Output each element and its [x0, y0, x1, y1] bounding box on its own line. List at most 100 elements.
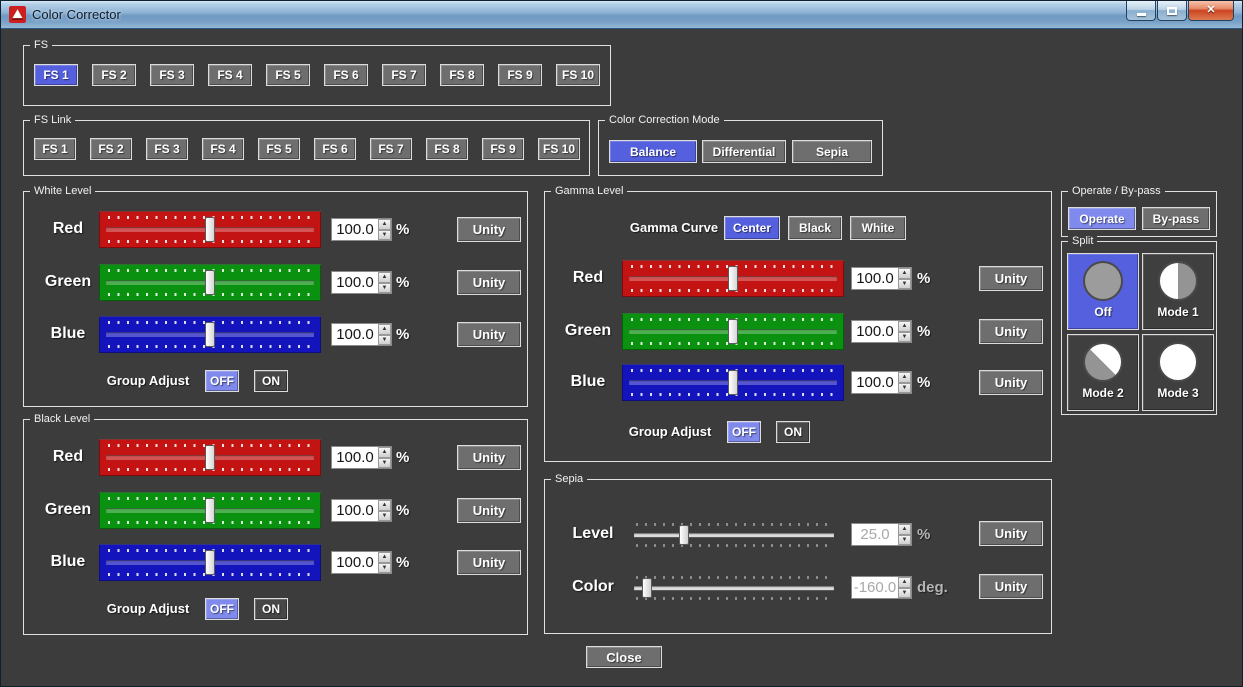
unity-button[interactable]: Unity — [457, 322, 521, 347]
split-mode3-button[interactable]: Mode 3 — [1142, 334, 1214, 411]
spin-up-button[interactable]: ▲ — [898, 268, 911, 279]
white-blue-value[interactable]: 100.0 — [332, 324, 378, 345]
fs-link-button-4[interactable]: FS 4 — [202, 138, 244, 160]
fs-button-2[interactable]: FS 2 — [92, 64, 136, 86]
fs-link-button-5[interactable]: FS 5 — [258, 138, 300, 160]
spin-up-button[interactable]: ▲ — [378, 324, 391, 335]
minimize-button[interactable] — [1126, 1, 1156, 21]
fs-button-4[interactable]: FS 4 — [208, 64, 252, 86]
white-green-slider[interactable] — [99, 264, 321, 301]
group-adjust-on-button[interactable]: ON — [776, 421, 810, 443]
spin-up-button[interactable]: ▲ — [378, 447, 391, 458]
white-red-value[interactable]: 100.0 — [332, 219, 378, 240]
spin-down-button[interactable]: ▼ — [898, 332, 911, 343]
sepia-level-value[interactable]: 25.0 — [852, 524, 898, 545]
spin-up-button[interactable]: ▲ — [378, 500, 391, 511]
spin-down-button[interactable]: ▼ — [898, 279, 911, 290]
white-green-value[interactable]: 100.0 — [332, 272, 378, 293]
spin-up-button[interactable]: ▲ — [378, 272, 391, 283]
fs-link-button-10[interactable]: FS 10 — [538, 138, 580, 160]
black-green-value[interactable]: 100.0 — [332, 500, 378, 521]
black-red-value[interactable]: 100.0 — [332, 447, 378, 468]
fs-button-1[interactable]: FS 1 — [34, 64, 78, 86]
gamma-curve-black-button[interactable]: Black — [788, 216, 842, 240]
unity-button[interactable]: Unity — [457, 550, 521, 575]
gamma-green-slider[interactable] — [622, 313, 844, 350]
unity-button[interactable]: Unity — [457, 498, 521, 523]
gamma-red-slider[interactable] — [622, 260, 844, 297]
fs-link-button-9[interactable]: FS 9 — [482, 138, 524, 160]
fs-button-8[interactable]: FS 8 — [440, 64, 484, 86]
white-red-slider-thumb[interactable] — [205, 217, 215, 242]
split-off-button[interactable]: Off — [1067, 253, 1139, 330]
mode-sepia-button[interactable]: Sepia — [792, 140, 872, 163]
gamma-blue-slider[interactable] — [622, 364, 844, 401]
bypass-button[interactable]: By-pass — [1142, 207, 1210, 230]
spin-up-button[interactable]: ▲ — [898, 321, 911, 332]
spin-down-button[interactable]: ▼ — [378, 511, 391, 522]
black-blue-slider[interactable] — [99, 544, 321, 581]
fs-link-button-2[interactable]: FS 2 — [90, 138, 132, 160]
black-green-slider-thumb[interactable] — [205, 498, 215, 523]
unity-button[interactable]: Unity — [979, 319, 1043, 344]
white-green-slider-thumb[interactable] — [205, 270, 215, 295]
fs-link-button-7[interactable]: FS 7 — [370, 138, 412, 160]
sepia-level-slider[interactable] — [630, 520, 838, 550]
unity-button[interactable]: Unity — [979, 370, 1043, 395]
operate-button[interactable]: Operate — [1068, 207, 1136, 230]
unity-button[interactable]: Unity — [979, 521, 1043, 546]
unity-button[interactable]: Unity — [457, 270, 521, 295]
gamma-blue-slider-thumb[interactable] — [728, 370, 738, 395]
spin-down-button[interactable]: ▼ — [898, 383, 911, 394]
unity-button[interactable]: Unity — [457, 445, 521, 470]
unity-button[interactable]: Unity — [457, 217, 521, 242]
black-green-slider[interactable] — [99, 492, 321, 529]
spin-down-button[interactable]: ▼ — [378, 563, 391, 574]
gamma-curve-white-button[interactable]: White — [850, 216, 906, 240]
unity-button[interactable]: Unity — [979, 574, 1043, 599]
close-button[interactable]: Close — [586, 646, 662, 668]
fs-button-7[interactable]: FS 7 — [382, 64, 426, 86]
spin-down-button[interactable]: ▼ — [378, 335, 391, 346]
close-window-button[interactable]: ✕ — [1188, 1, 1234, 21]
black-red-slider-thumb[interactable] — [205, 445, 215, 470]
spin-up-button[interactable]: ▲ — [378, 219, 391, 230]
spin-down-button[interactable]: ▼ — [378, 458, 391, 469]
gamma-green-value[interactable]: 100.0 — [852, 321, 898, 342]
spin-down-button[interactable]: ▼ — [898, 588, 911, 599]
fs-button-6[interactable]: FS 6 — [324, 64, 368, 86]
mode-differential-button[interactable]: Differential — [702, 140, 786, 163]
spin-down-button[interactable]: ▼ — [378, 283, 391, 294]
gamma-green-slider-thumb[interactable] — [728, 319, 738, 344]
gamma-curve-center-button[interactable]: Center — [724, 216, 780, 240]
split-mode1-button[interactable]: Mode 1 — [1142, 253, 1214, 330]
gamma-red-value[interactable]: 100.0 — [852, 268, 898, 289]
sepia-level-slider-thumb[interactable] — [679, 525, 689, 545]
spin-up-button[interactable]: ▲ — [898, 577, 911, 588]
black-blue-slider-thumb[interactable] — [205, 550, 215, 575]
white-blue-slider-thumb[interactable] — [205, 322, 215, 347]
black-red-slider[interactable] — [99, 439, 321, 476]
black-blue-value[interactable]: 100.0 — [332, 552, 378, 573]
fs-link-button-3[interactable]: FS 3 — [146, 138, 188, 160]
spin-down-button[interactable]: ▼ — [898, 535, 911, 546]
spin-up-button[interactable]: ▲ — [898, 372, 911, 383]
spin-down-button[interactable]: ▼ — [378, 230, 391, 241]
white-blue-slider[interactable] — [99, 316, 321, 353]
fs-button-9[interactable]: FS 9 — [498, 64, 542, 86]
spin-up-button[interactable]: ▲ — [378, 552, 391, 563]
group-adjust-on-button[interactable]: ON — [254, 598, 288, 620]
group-adjust-off-button[interactable]: OFF — [205, 598, 239, 620]
sepia-color-slider[interactable] — [630, 573, 838, 603]
gamma-blue-value[interactable]: 100.0 — [852, 372, 898, 393]
fs-button-10[interactable]: FS 10 — [556, 64, 600, 86]
group-adjust-on-button[interactable]: ON — [254, 370, 288, 392]
unity-button[interactable]: Unity — [979, 266, 1043, 291]
fs-button-3[interactable]: FS 3 — [150, 64, 194, 86]
sepia-color-slider-thumb[interactable] — [642, 578, 652, 598]
fs-link-button-6[interactable]: FS 6 — [314, 138, 356, 160]
gamma-red-slider-thumb[interactable] — [728, 266, 738, 291]
spin-up-button[interactable]: ▲ — [898, 524, 911, 535]
maximize-button[interactable] — [1157, 1, 1187, 21]
mode-balance-button[interactable]: Balance — [609, 140, 697, 163]
